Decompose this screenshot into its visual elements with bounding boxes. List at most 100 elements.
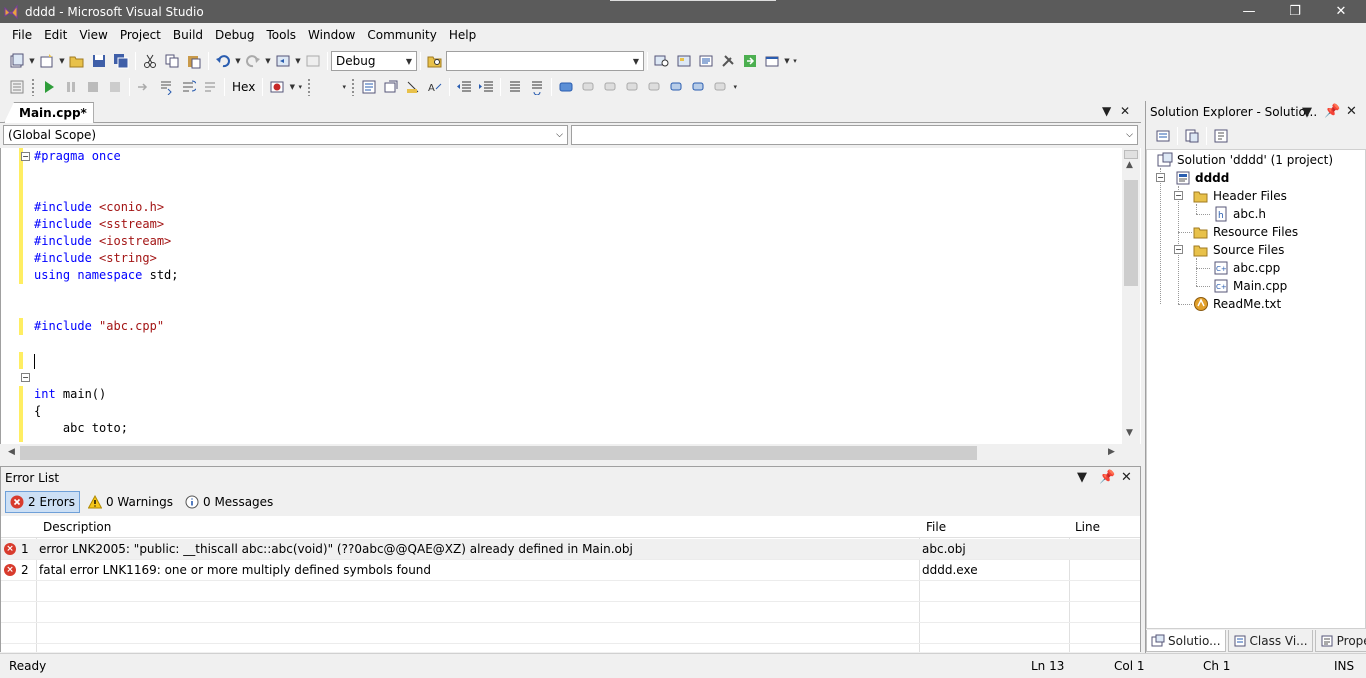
column-header-line[interactable]: Line	[1075, 520, 1100, 534]
toolbar-options-dropdown[interactable]: ▾	[791, 50, 799, 72]
scroll-right-icon[interactable]: ▶	[1108, 447, 1115, 457]
splitter-handle[interactable]	[1124, 150, 1138, 159]
start-debugging-button[interactable]	[302, 50, 324, 72]
tree-node-header-files[interactable]: Header Files	[1193, 187, 1287, 205]
open-file-button[interactable]	[66, 50, 88, 72]
menu-debug[interactable]: Debug	[209, 23, 260, 47]
undo-dropdown[interactable]: ▼	[234, 50, 242, 72]
save-button[interactable]	[88, 50, 110, 72]
navigate-dropdown[interactable]: ▼	[294, 50, 302, 72]
cut-button[interactable]	[139, 50, 161, 72]
prev-bookmark-doc-button[interactable]	[665, 76, 687, 98]
add-item-dropdown[interactable]: ▼	[58, 50, 66, 72]
editor-vertical-scrollbar[interactable]: ▲ ▼	[1122, 148, 1140, 444]
break-all-button[interactable]	[60, 76, 82, 98]
debug-location-button[interactable]	[6, 76, 28, 98]
step-over-button[interactable]	[177, 76, 199, 98]
navigate-backward-button[interactable]	[272, 50, 294, 72]
other-windows-button[interactable]	[761, 50, 783, 72]
tab-solution-explorer[interactable]: Solutio...	[1146, 630, 1226, 652]
restore-button[interactable]: ❐	[1272, 0, 1318, 23]
collapse-icon[interactable]: −	[1174, 245, 1183, 254]
warnings-filter-button[interactable]: 0 Warnings	[84, 491, 177, 513]
column-header-file[interactable]: File	[926, 520, 946, 534]
toolbar-options-dropdown[interactable]: ▾	[340, 76, 348, 98]
next-bookmark-folder-button[interactable]	[643, 76, 665, 98]
save-all-button[interactable]	[110, 50, 132, 72]
menu-view[interactable]: View	[73, 23, 113, 47]
menu-tools[interactable]: Tools	[260, 23, 302, 47]
add-item-button[interactable]	[36, 50, 58, 72]
close-button[interactable]: ✕	[1318, 0, 1364, 23]
properties-button[interactable]	[695, 50, 717, 72]
messages-filter-button[interactable]: 0 Messages	[181, 491, 277, 513]
table-row[interactable]: × 2 fatal error LNK1169: one or more mul…	[1, 560, 1140, 581]
text-editor-button-1[interactable]	[358, 76, 380, 98]
code-editor[interactable]: − − #pragma once #include <conio.h> #inclu…	[0, 148, 1141, 444]
redo-dropdown[interactable]: ▼	[264, 50, 272, 72]
step-into-button[interactable]	[155, 76, 177, 98]
tree-node-project[interactable]: dddd	[1175, 169, 1229, 187]
show-all-files-button[interactable]	[1181, 125, 1203, 147]
prev-bookmark-button[interactable]	[577, 76, 599, 98]
tree-node-abc-h[interactable]: h abc.h	[1213, 205, 1266, 223]
text-editor-options-dropdown[interactable]: ▾	[731, 76, 739, 98]
copy-button[interactable]	[161, 50, 183, 72]
tab-main-cpp[interactable]: Main.cpp*	[4, 102, 94, 123]
text-editor-button-4[interactable]: A	[424, 76, 446, 98]
menu-build[interactable]: Build	[167, 23, 209, 47]
start-page-button[interactable]	[739, 50, 761, 72]
toggle-bookmark-button[interactable]	[555, 76, 577, 98]
menu-window[interactable]: Window	[302, 23, 361, 47]
scroll-down-icon[interactable]: ▼	[1126, 428, 1133, 438]
prev-bookmark-folder-button[interactable]	[621, 76, 643, 98]
increase-indent-button[interactable]	[475, 76, 497, 98]
editor-horizontal-scrollbar[interactable]: ◀ ▶	[0, 444, 1141, 462]
text-editor-button-2[interactable]	[380, 76, 402, 98]
tree-node-readme[interactable]: ReadMe.txt	[1193, 295, 1281, 313]
breakpoints-dropdown[interactable]: ▼	[288, 76, 296, 98]
restart-button[interactable]	[104, 76, 126, 98]
next-bookmark-button[interactable]	[599, 76, 621, 98]
debug-toolbar-options-dropdown[interactable]: ▾	[296, 76, 304, 98]
uncomment-lines-button[interactable]	[526, 76, 548, 98]
close-document-icon[interactable]: ✕	[1120, 104, 1130, 118]
window-position-dropdown-icon[interactable]: ▼	[1077, 470, 1087, 485]
redo-button[interactable]	[242, 50, 264, 72]
next-bookmark-doc-button[interactable]	[687, 76, 709, 98]
scroll-left-icon[interactable]: ◀	[8, 447, 15, 457]
active-files-dropdown-icon[interactable]: ▼	[1102, 104, 1111, 118]
step-out-button[interactable]	[199, 76, 221, 98]
start-debug-button[interactable]	[38, 76, 60, 98]
find-in-files-button[interactable]	[424, 50, 446, 72]
scope-combo[interactable]: (Global Scope) ⌵	[3, 125, 568, 145]
window-position-dropdown-icon[interactable]: ▼	[1302, 105, 1312, 120]
pin-icon[interactable]: 📌	[1324, 104, 1340, 119]
menu-help[interactable]: Help	[443, 23, 482, 47]
errors-filter-button[interactable]: 2 Errors	[5, 491, 80, 513]
properties-button[interactable]	[1152, 125, 1174, 147]
horizontal-scroll-thumb[interactable]	[20, 446, 977, 460]
pin-icon[interactable]: 📌	[1099, 470, 1115, 485]
tree-node-main-cpp[interactable]: C+ Main.cpp	[1213, 277, 1287, 295]
hex-display-button[interactable]: Hex	[228, 80, 259, 94]
other-windows-dropdown[interactable]: ▼	[783, 50, 791, 72]
new-project-button[interactable]	[6, 50, 28, 72]
menu-project[interactable]: Project	[114, 23, 167, 47]
scroll-up-icon[interactable]: ▲	[1126, 160, 1133, 170]
undo-button[interactable]	[212, 50, 234, 72]
table-row[interactable]: × 1 error LNK2005: "public: __thiscall a…	[1, 539, 1140, 560]
minimize-button[interactable]: —	[1226, 0, 1272, 23]
tree-node-source-files[interactable]: Source Files	[1193, 241, 1284, 259]
menu-edit[interactable]: Edit	[38, 23, 73, 47]
clear-bookmarks-button[interactable]	[709, 76, 731, 98]
collapse-region-icon[interactable]: −	[21, 373, 30, 382]
text-editor-button-3[interactable]	[402, 76, 424, 98]
collapse-region-icon[interactable]: −	[21, 152, 30, 161]
close-panel-icon[interactable]: ✕	[1121, 470, 1132, 485]
solution-explorer-button[interactable]	[673, 50, 695, 72]
collapse-icon[interactable]: −	[1156, 173, 1165, 182]
column-header-description[interactable]: Description	[43, 520, 111, 534]
toolbox-button[interactable]	[717, 50, 739, 72]
close-panel-icon[interactable]: ✕	[1346, 104, 1357, 119]
